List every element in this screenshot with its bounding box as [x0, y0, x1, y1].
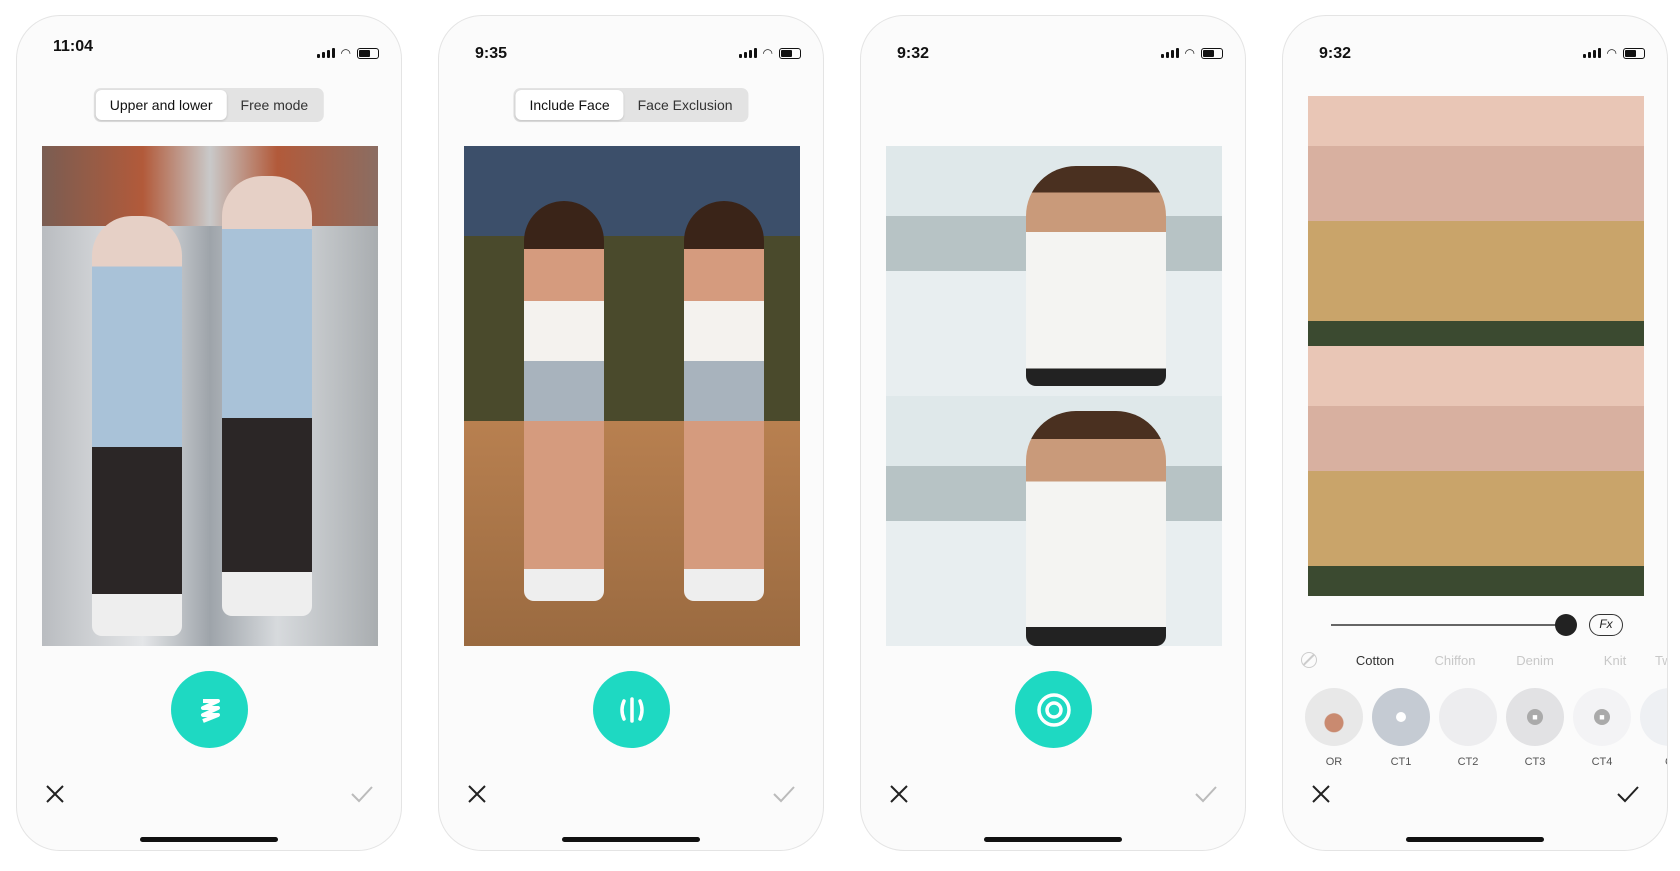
swatch-label: CT1 [1390, 756, 1412, 768]
swatch-ct2[interactable]: CT2 [1439, 688, 1497, 768]
check-icon[interactable] [1193, 782, 1219, 806]
wifi-icon: ◠ [1184, 46, 1195, 60]
selected-swatch-thumbnail [1372, 688, 1430, 746]
status-icons: ◠ [1582, 46, 1645, 60]
close-icon[interactable] [43, 782, 67, 806]
tab-knit[interactable]: Knit [1575, 653, 1655, 668]
fx-button[interactable]: Fx [1589, 614, 1623, 636]
status-icons: ◠ [1160, 46, 1223, 60]
status-time: 9:35 [475, 45, 508, 62]
swatch-label: C [1640, 756, 1667, 768]
close-icon[interactable] [1309, 782, 1333, 806]
status-icons: ◠ [738, 46, 801, 60]
signal-icon [316, 48, 335, 58]
home-indicator [1406, 837, 1544, 842]
phone-screen-4: 9:32 ◠ Fx Cotton Chiffon Denim Knit Tw O… [1282, 15, 1668, 851]
signal-icon [1582, 48, 1601, 58]
fabric-swatches: OR CT1 CT2 ■ CT3 ■ CT4 C [1305, 688, 1667, 768]
swatch-label: CT4 [1591, 756, 1613, 768]
swatch-ct4[interactable]: ■ CT4 [1573, 688, 1631, 768]
status-time: 9:32 [897, 45, 930, 62]
status-icons: ◠ [316, 46, 379, 60]
battery-icon [1623, 47, 1645, 59]
swatch-label: CT2 [1457, 756, 1479, 768]
swatch-or[interactable]: OR [1305, 688, 1363, 768]
segment-include-face[interactable]: Include Face [515, 90, 624, 120]
intensity-slider[interactable] [1331, 624, 1565, 626]
photo-preview [1308, 96, 1644, 596]
segment-face-exclusion[interactable]: Face Exclusion [624, 90, 747, 120]
close-icon[interactable] [465, 782, 489, 806]
check-icon[interactable] [349, 782, 375, 806]
status-time: 11:04 [53, 38, 94, 55]
check-icon[interactable] [771, 782, 797, 806]
swatch-label: CT3 [1524, 756, 1546, 768]
fabric-thumbnail: ■ [1573, 688, 1631, 746]
fabric-tabs: Cotton Chiffon Denim Knit Tw [1301, 652, 1667, 668]
fabric-thumbnail [1640, 688, 1667, 746]
close-icon[interactable] [887, 782, 911, 806]
phone-screen-1: 11:04 ◠ Upper and lower Free mode [16, 15, 402, 851]
signal-icon [738, 48, 757, 58]
wifi-icon: ◠ [762, 46, 773, 60]
lock-icon: ■ [1527, 709, 1543, 725]
phone-screen-3: 9:32 ◠ [860, 15, 1246, 851]
target-ring-icon [1036, 692, 1071, 727]
tab-chiffon[interactable]: Chiffon [1415, 653, 1495, 668]
action-button[interactable] [171, 671, 248, 748]
battery-icon [779, 47, 801, 59]
hanger-thumbnail [1305, 688, 1363, 746]
wifi-icon: ◠ [1606, 46, 1617, 60]
status-time: 9:32 [1319, 45, 1352, 62]
swatch-c[interactable]: C [1640, 688, 1667, 768]
fabric-thumbnail: ■ [1506, 688, 1564, 746]
lock-icon: ■ [1594, 709, 1610, 725]
home-indicator [562, 837, 700, 842]
segment-upper-and-lower[interactable]: Upper and lower [95, 90, 227, 120]
tab-cotton[interactable]: Cotton [1335, 653, 1415, 668]
battery-icon [357, 47, 379, 59]
swatch-label: OR [1325, 756, 1343, 768]
signal-icon [1160, 48, 1179, 58]
tab-tw[interactable]: Tw [1655, 653, 1667, 668]
action-button[interactable] [593, 671, 670, 748]
split-lines-icon [619, 696, 644, 723]
segment-free-mode[interactable]: Free mode [227, 90, 323, 120]
photo-preview [886, 146, 1222, 646]
action-button[interactable] [1015, 671, 1092, 748]
fabric-thumbnail [1439, 688, 1497, 746]
no-effect-icon[interactable] [1301, 652, 1317, 668]
photo-preview [42, 146, 378, 646]
wifi-icon: ◠ [340, 46, 351, 60]
check-icon[interactable] [1615, 782, 1641, 806]
slider-handle[interactable] [1555, 614, 1577, 636]
mode-toggle[interactable]: Upper and lower Free mode [93, 88, 325, 122]
face-toggle[interactable]: Include Face Face Exclusion [513, 88, 749, 122]
home-indicator [140, 837, 278, 842]
zigzag-icon [200, 698, 220, 723]
swatch-ct1[interactable]: CT1 [1372, 688, 1430, 768]
swatch-ct3[interactable]: ■ CT3 [1506, 688, 1564, 768]
photo-preview [464, 146, 800, 646]
battery-icon [1201, 47, 1223, 59]
tab-denim[interactable]: Denim [1495, 653, 1575, 668]
home-indicator [984, 837, 1122, 842]
phone-screen-2: 9:35 ◠ Include Face Face Exclusion [438, 15, 824, 851]
